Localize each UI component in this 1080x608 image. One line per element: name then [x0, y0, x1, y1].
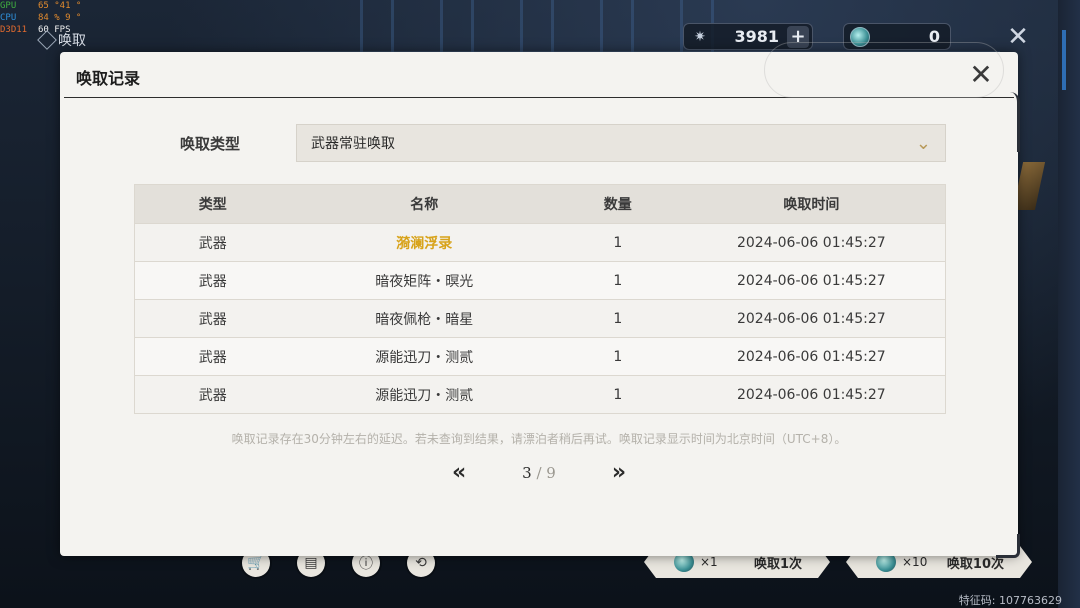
cell-time: 2024-06-06 01:45:27: [736, 348, 886, 365]
table-body: 武器 漪澜浮录 1 2024-06-06 01:45:27 武器 暗夜矩阵・暝光…: [135, 223, 945, 413]
page-title: 唤取: [37, 30, 86, 50]
page-indicator: 3 / 9: [522, 464, 556, 482]
cell-time: 2024-06-06 01:45:27: [736, 310, 886, 327]
column-header-name: 名称: [410, 197, 439, 213]
cell-name: 暗夜佩枪・暗星: [375, 311, 474, 328]
column-header-type: 类型: [198, 197, 227, 213]
page-title-text: 唤取: [58, 33, 86, 49]
current-page: 3: [522, 463, 532, 482]
cell-quantity: 1: [613, 234, 623, 251]
cell-quantity: 1: [613, 272, 623, 289]
column-header-time: 唤取时间: [783, 197, 840, 213]
table-row: 武器 暗夜矩阵・暝光 1 2024-06-06 01:45:27: [135, 261, 945, 299]
dialog-header: 唤取记录 ✕: [64, 42, 1014, 98]
cell-quantity: 1: [613, 310, 623, 327]
cell-type: 武器: [198, 387, 227, 404]
astrite-icon: ✷: [694, 28, 706, 45]
filter-label: 唤取类型: [180, 134, 241, 153]
cell-name: 源能迅刀・测贰: [375, 349, 474, 366]
dialog-frame-ornament: [1006, 92, 1020, 152]
delay-notice: 唤取记录存在30分钟左右的延迟。若未查询到结果，请漂泊者稍后再试。唤取记录显示时…: [231, 432, 847, 446]
table-header: 类型 名称 数量 唤取时间: [135, 185, 945, 223]
next-page-icon[interactable]: »: [612, 460, 626, 485]
feature-code: 特征码: 107763629: [958, 594, 1062, 607]
cpu-label: CPU: [0, 13, 17, 23]
cell-type: 武器: [198, 311, 227, 328]
filter-row: 唤取类型 武器常驻唤取 ⌄: [180, 124, 946, 162]
cpu-value: 84 % 9 °: [38, 13, 82, 23]
pagination: « 3 / 9 »: [60, 460, 1018, 485]
background-pillar: [1058, 0, 1080, 608]
cell-type: 武器: [198, 349, 227, 366]
d3d-label: D3D11: [0, 25, 28, 35]
previous-page-icon[interactable]: «: [452, 460, 466, 485]
column-header-quantity: 数量: [603, 197, 632, 213]
dialog-title: 唤取记录: [76, 69, 141, 88]
gpu-value: 65 °41 °: [38, 1, 82, 11]
history-table: 类型 名称 数量 唤取时间 武器 漪澜浮录 1 2024-06-06 01:45…: [134, 184, 946, 414]
cell-time: 2024-06-06 01:45:27: [736, 386, 886, 403]
convene-type-select[interactable]: 武器常驻唤取 ⌄: [296, 124, 946, 162]
chevron-down-icon: ⌄: [915, 132, 931, 154]
page-separator: /: [531, 463, 547, 482]
cell-name: 暗夜矩阵・暝光: [375, 273, 474, 290]
cell-time: 2024-06-06 01:45:27: [736, 234, 886, 251]
cell-type: 武器: [198, 235, 227, 252]
close-icon[interactable]: ✕: [1003, 22, 1033, 52]
cell-quantity: 1: [613, 386, 623, 403]
cell-time: 2024-06-06 01:45:27: [736, 272, 886, 289]
dialog-frame-ornament: [996, 534, 1020, 558]
astrite-amount: 3981: [734, 27, 779, 46]
cell-name: 漪澜浮录: [396, 235, 453, 252]
gpu-label: GPU: [0, 1, 17, 11]
cell-name: 源能迅刀・测贰: [375, 387, 474, 404]
table-row: 武器 暗夜佩枪・暗星 1 2024-06-06 01:45:27: [135, 299, 945, 337]
table-row: 武器 源能迅刀・测贰 1 2024-06-06 01:45:27: [135, 337, 945, 375]
cell-type: 武器: [198, 273, 227, 290]
convene-type-value: 武器常驻唤取: [311, 136, 395, 152]
convene-history-dialog: 唤取记录 ✕ 唤取类型 武器常驻唤取 ⌄ 类型 名称 数量 唤取时间 武器 漪澜…: [60, 42, 1020, 558]
pull-10-cost: ×10: [902, 555, 928, 569]
table-row: 武器 源能迅刀・测贰 1 2024-06-06 01:45:27: [135, 375, 945, 413]
convene-icon: [37, 30, 57, 50]
dialog-close-icon[interactable]: ✕: [966, 60, 996, 90]
table-row: 武器 漪澜浮录 1 2024-06-06 01:45:27: [135, 223, 945, 261]
pull-1-cost: ×1: [700, 555, 718, 569]
total-pages: 9: [546, 463, 556, 482]
cell-quantity: 1: [613, 348, 623, 365]
